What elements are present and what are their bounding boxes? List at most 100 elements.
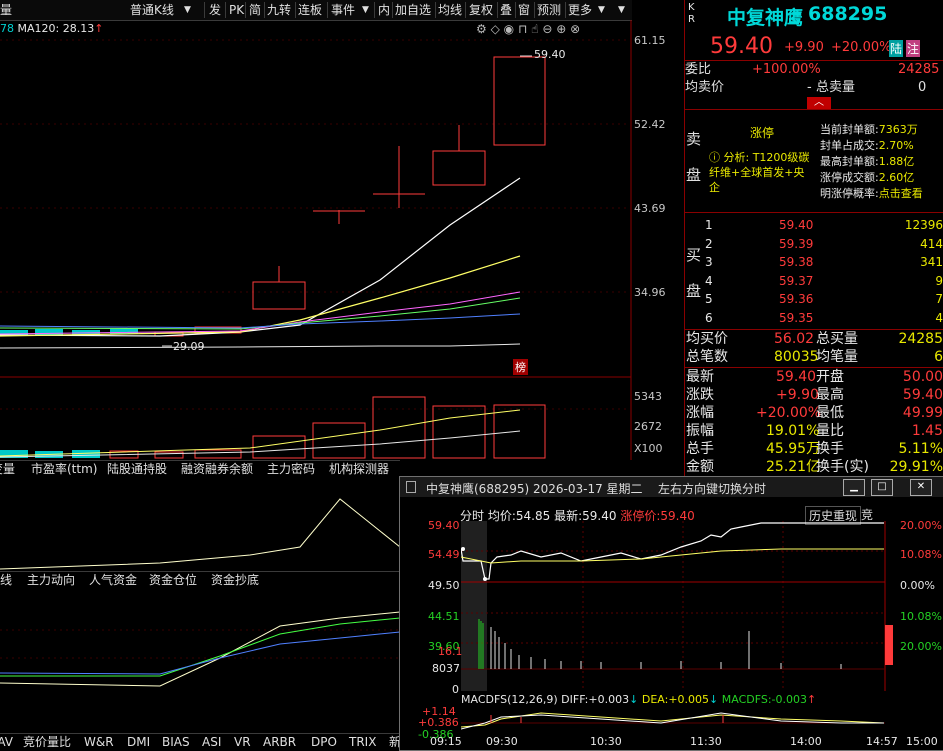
time-tick: 14:00 bbox=[790, 735, 822, 748]
tab-popularity[interactable]: 人气资金 bbox=[86, 572, 140, 588]
toolbar-btn-die[interactable]: 叠 bbox=[500, 0, 512, 20]
side-letter: K bbox=[688, 2, 695, 13]
intraday-vol-tick: 0 bbox=[452, 683, 459, 696]
intraday-price-tick: 54.49 bbox=[428, 548, 460, 561]
time-tick: 15:00 bbox=[906, 735, 938, 748]
bid-row[interactable]: 5 59.36 7 bbox=[705, 290, 943, 309]
toolbar-btn-ma[interactable]: 均线 bbox=[438, 0, 462, 20]
tab-trix[interactable]: TRIX bbox=[346, 734, 379, 750]
intraday-pct-tick: 10.08% bbox=[900, 610, 942, 623]
tab-vr[interactable]: VR bbox=[231, 734, 254, 750]
tab-fund-position[interactable]: 资金仓位 bbox=[146, 572, 200, 588]
tag-zhu[interactable]: 注 bbox=[906, 40, 921, 57]
toolbar-btn-nei[interactable]: 内 bbox=[378, 0, 390, 20]
toolbar-btn-shijian[interactable]: 事件 bbox=[331, 0, 355, 20]
toolbar-btn-yuce[interactable]: 预测 bbox=[537, 0, 561, 20]
tab-line[interactable]: 线 bbox=[0, 572, 15, 588]
tab-asi[interactable]: ASI bbox=[199, 734, 224, 750]
dropdown-icon[interactable]: ▼ bbox=[598, 0, 605, 20]
toolbar-btn-more[interactable]: 更多 bbox=[568, 0, 592, 20]
bid-row[interactable]: 6 59.35 4 bbox=[705, 309, 943, 328]
volume-bar bbox=[154, 451, 184, 459]
tab-fund-bottom[interactable]: 资金抄底 bbox=[208, 572, 262, 588]
kline-chart bbox=[0, 20, 632, 460]
price-tick: 52.42 bbox=[634, 118, 666, 131]
buy-label-1: 买 bbox=[686, 246, 702, 264]
intraday-vol-tick: 16.1 bbox=[438, 645, 463, 658]
tab-bianliang[interactable]: 变量 bbox=[0, 461, 18, 477]
candle bbox=[252, 281, 306, 310]
macd-diff-line bbox=[461, 712, 884, 730]
side-letter: R bbox=[688, 14, 695, 25]
time-tick: 10:30 bbox=[590, 735, 622, 748]
dropdown-icon[interactable]: ▼ bbox=[618, 0, 625, 20]
up-arrow-icon: ↑ bbox=[807, 693, 817, 706]
bid-row[interactable]: 1 59.40 12396 bbox=[705, 216, 943, 235]
toolbar-btn-fuquan[interactable]: 复权 bbox=[469, 0, 493, 20]
popup-title: 中复神鹰(688295) 2026-03-17 星期二 bbox=[426, 482, 643, 496]
intraday-popup: 中复神鹰(688295) 2026-03-17 星期二 左右方向键切换分时 ▁ … bbox=[399, 476, 943, 751]
dropdown-icon[interactable]: ▼ bbox=[362, 0, 369, 20]
price-change-pct: +20.00% bbox=[831, 40, 892, 55]
intraday-vol-tick: 8037 bbox=[432, 662, 460, 675]
quote-summary: 最新 59.40 开盘 50.00 涨跌 +9.90 最高 59.40 涨幅 +20.00% 最… bbox=[686, 369, 943, 475]
popup-titlebar[interactable]: 中复神鹰(688295) 2026-03-17 星期二 左右方向键切换分时 ▁ … bbox=[400, 477, 943, 497]
intraday-price-line bbox=[461, 522, 884, 580]
toolbar-btn-add-watch[interactable]: 加自选 bbox=[395, 0, 431, 20]
volume-tick: 5343 bbox=[634, 390, 662, 403]
bid-row[interactable]: 3 59.38 341 bbox=[705, 253, 943, 272]
tab-institution[interactable]: 机构探测器 bbox=[326, 461, 392, 477]
stock-name: 中复神鹰 bbox=[727, 7, 804, 29]
toolbar-btn-fa[interactable]: 发 bbox=[209, 0, 221, 20]
bang-badge[interactable]: 榜 bbox=[513, 359, 528, 375]
bottom-indicator-tabs: MAV 竞价量比 W&R DMI BIAS ASI VR ARBR DPO TR… bbox=[0, 733, 401, 750]
tab-dmi[interactable]: DMI bbox=[124, 734, 153, 750]
avg-sell-value: - bbox=[807, 80, 812, 95]
macd-chart bbox=[461, 712, 885, 730]
bid-row[interactable]: 2 59.39 414 bbox=[705, 235, 943, 254]
close-icon[interactable]: ✕ bbox=[910, 479, 932, 496]
indicator-line bbox=[0, 611, 400, 687]
tab-bias[interactable]: BIAS bbox=[159, 734, 193, 750]
intraday-pct-tick: 0.00% bbox=[900, 579, 935, 592]
minimize-icon[interactable]: ▁ bbox=[843, 479, 865, 496]
ma120-line bbox=[0, 343, 521, 349]
time-tick: 11:30 bbox=[690, 735, 722, 748]
toolbar-btn-jian[interactable]: 简 bbox=[249, 0, 261, 20]
tab-dpo[interactable]: DPO bbox=[308, 734, 340, 750]
view-probability-link[interactable]: 点击查看 bbox=[879, 187, 923, 200]
tab-wr[interactable]: W&R bbox=[81, 734, 117, 750]
dropdown-icon[interactable]: ▼ bbox=[184, 0, 191, 20]
tab-auction-ratio[interactable]: 竞价量比 bbox=[20, 734, 74, 750]
total-sell-label: 总卖量 bbox=[816, 80, 856, 95]
tab-hk-holdings[interactable]: 陆股通持股 bbox=[104, 461, 170, 477]
tab-mav[interactable]: MAV bbox=[0, 734, 16, 750]
toolbar-btn-lianban[interactable]: 连板 bbox=[298, 0, 322, 20]
volume-bar bbox=[372, 396, 426, 459]
analysis-text[interactable]: ⓘ 分析: T1200级碳纤维+全球首发+央企 bbox=[709, 150, 815, 195]
chevron-up-icon[interactable]: ︿ bbox=[807, 97, 831, 109]
maximize-icon[interactable]: □ bbox=[871, 479, 893, 496]
bid-row[interactable]: 4 59.37 9 bbox=[705, 272, 943, 291]
tab-main-force[interactable]: 主力密码 bbox=[264, 461, 318, 477]
indicator-line bbox=[0, 498, 400, 570]
candle bbox=[432, 150, 486, 186]
tab-arbr[interactable]: ARBR bbox=[260, 734, 299, 750]
tab-pe-ttm[interactable]: 市盈率(ttm) bbox=[28, 461, 100, 477]
toolbar-btn-chuang[interactable]: 窗 bbox=[518, 0, 530, 20]
price-change: +9.90 bbox=[784, 40, 824, 55]
tag-lu[interactable]: 陆 bbox=[889, 40, 904, 57]
indicator-chart-2 bbox=[0, 611, 400, 687]
tab-margin[interactable]: 融资融券余额 bbox=[178, 461, 256, 477]
toolbar-btn-jiuzhuan[interactable]: 九转 bbox=[267, 0, 291, 20]
tab-main-flow[interactable]: 主力动向 bbox=[24, 572, 78, 588]
total-sell-value: 0 bbox=[918, 80, 927, 95]
buy-label-2: 盘 bbox=[686, 282, 702, 300]
toolbar-btn-pk[interactable]: PK bbox=[229, 0, 244, 20]
stock-code: 688295 bbox=[808, 3, 888, 25]
weicha-value: 24285 bbox=[898, 62, 940, 77]
intraday-pct-tick: 20.00% bbox=[900, 519, 942, 532]
kline-type-select[interactable]: 普通K线 bbox=[130, 0, 174, 20]
price-tick: 43.69 bbox=[634, 202, 666, 215]
ma-line bbox=[0, 297, 521, 330]
